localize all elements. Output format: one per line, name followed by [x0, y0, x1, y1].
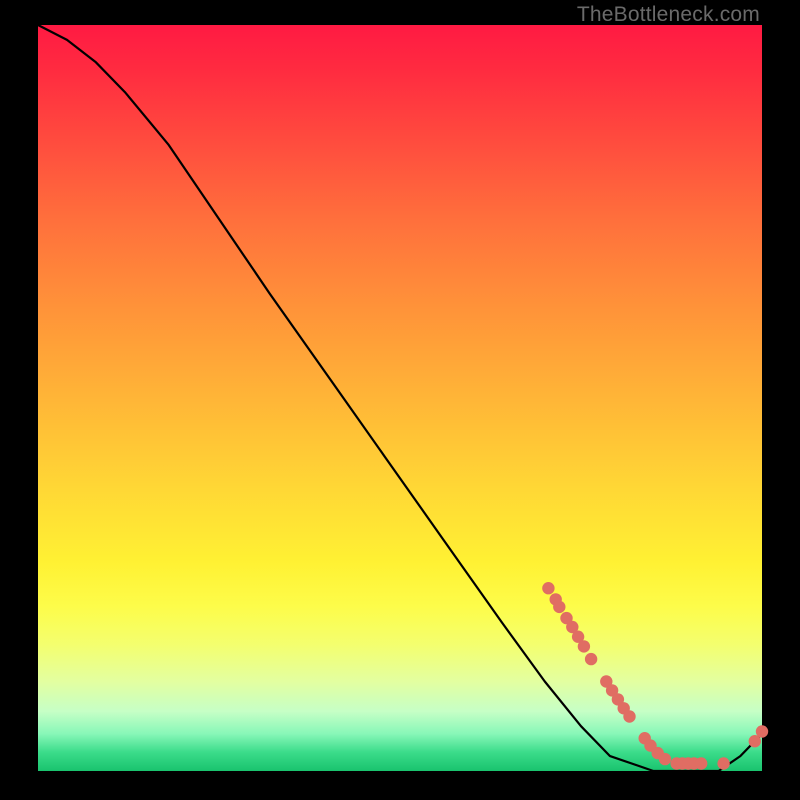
- data-marker: [623, 710, 635, 722]
- data-marker: [717, 757, 729, 769]
- plot-area: [38, 25, 762, 771]
- data-marker: [578, 640, 590, 652]
- bottleneck-curve: [38, 25, 762, 771]
- watermark-text: TheBottleneck.com: [577, 3, 760, 27]
- curve-svg: [38, 25, 762, 771]
- data-marker: [695, 757, 707, 769]
- data-marker: [585, 653, 597, 665]
- data-marker: [659, 753, 671, 765]
- chart-frame: TheBottleneck.com: [0, 0, 800, 800]
- data-marker: [542, 582, 554, 594]
- marker-layer: [542, 582, 768, 770]
- data-marker: [553, 601, 565, 613]
- data-marker: [756, 725, 768, 737]
